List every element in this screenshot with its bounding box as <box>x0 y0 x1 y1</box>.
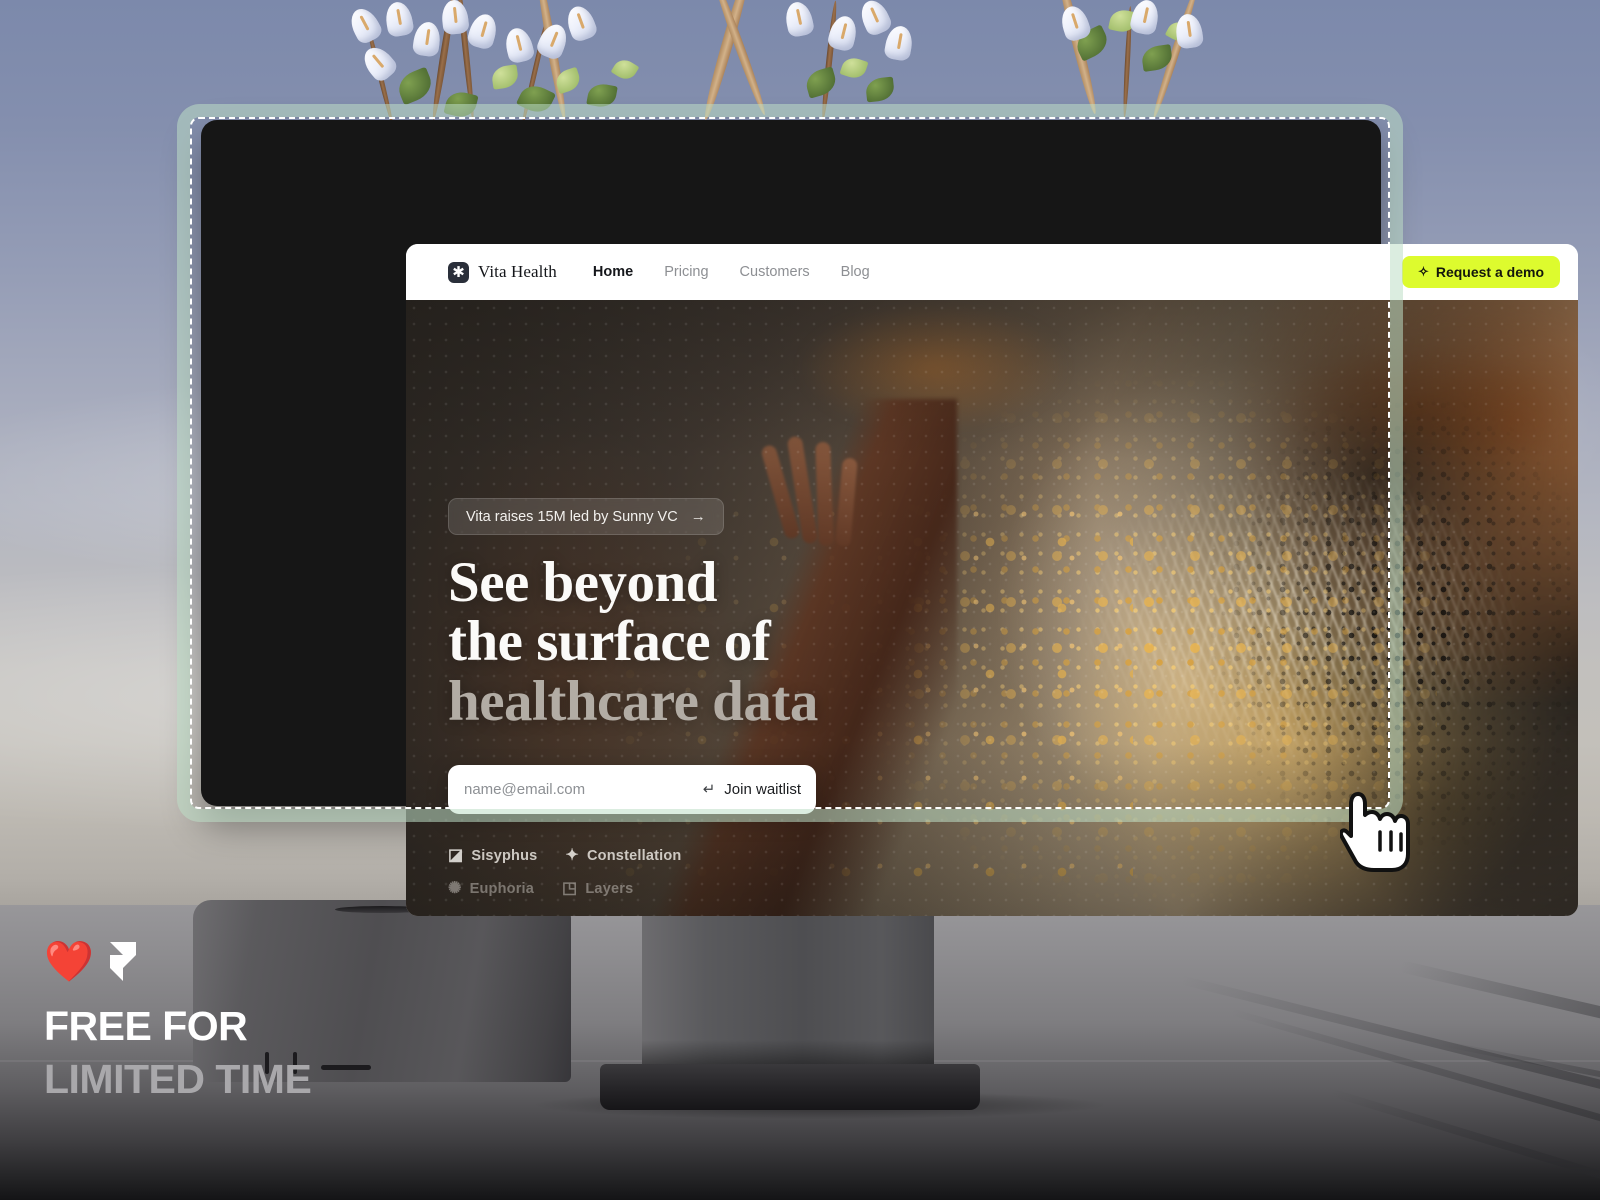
nav-link-blog[interactable]: Blog <box>841 264 870 280</box>
scene-backdrop: ✱ Vita Health Home Pricing Customers Blo… <box>0 0 1600 1200</box>
partner-logo-label: Sisyphus <box>471 847 538 864</box>
framer-logo-icon <box>109 942 136 981</box>
sparkle-icon: ✧ <box>1417 264 1429 279</box>
heart-emoji: ❤️ <box>44 940 94 984</box>
plant-decoration <box>0 0 1600 125</box>
nav-link-customers[interactable]: Customers <box>740 264 810 280</box>
device-port <box>321 1065 371 1070</box>
promo-icons: ❤️ <box>44 940 311 984</box>
headline-line-1: See beyond <box>448 551 717 614</box>
partner-logo-euphoria: ✺ Euphoria <box>448 879 535 897</box>
monitor-stand-base <box>600 1064 980 1110</box>
promo-overlay: ❤️ FREE FOR LIMITED TIME <box>44 940 312 1107</box>
euphoria-icon: ✺ <box>448 879 462 897</box>
partner-logo-label: Euphoria <box>469 880 535 897</box>
promo-line-2: LIMITED TIME <box>44 1056 312 1103</box>
waitlist-form: ↵ Join waitlist <box>448 764 816 814</box>
asterisk-icon: ✱ <box>448 261 469 283</box>
monitor-bezel: ✱ Vita Health Home Pricing Customers Blo… <box>201 120 1578 916</box>
partner-logo-layers: ◳ Layers <box>562 879 634 897</box>
nav-link-home[interactable]: Home <box>593 264 633 280</box>
site-navbar: ✱ Vita Health Home Pricing Customers Blo… <box>406 244 1578 300</box>
headline-line-3: healthcare data <box>448 669 818 733</box>
partner-logo-constellation: ✦ Constellation <box>565 846 682 864</box>
request-demo-button[interactable]: ✧ Request a demo <box>1401 256 1560 288</box>
headline-line-2: the surface of <box>448 610 771 674</box>
announcement-text: Vita raises 15M led by Sunny VC <box>466 508 678 525</box>
brand-logo[interactable]: ✱ Vita Health <box>448 261 557 283</box>
pointing-hand-cursor <box>1338 790 1414 872</box>
partner-logo-label: Constellation <box>587 847 682 864</box>
brand-name: Vita Health <box>478 262 557 281</box>
partner-logo-sisyphus: ◪ Sisyphus <box>448 846 538 864</box>
sisyphus-icon: ◪ <box>448 846 464 864</box>
email-input[interactable] <box>464 780 693 798</box>
promo-line-1: FREE FOR <box>44 1003 248 1049</box>
announcement-pill[interactable]: Vita raises 15M led by Sunny VC → <box>448 498 724 535</box>
partner-logos: ◪ Sisyphus ✦ Constellation ✺ Euphoria ◳ … <box>448 846 708 897</box>
layers-icon: ◳ <box>562 879 578 897</box>
join-waitlist-button[interactable]: ↵ Join waitlist <box>693 780 801 799</box>
constellation-icon: ✦ <box>565 846 580 864</box>
partner-logo-label: Layers <box>585 880 634 897</box>
nav-links: Home Pricing Customers Blog <box>593 264 870 280</box>
request-demo-label: Request a demo <box>1435 264 1544 280</box>
join-waitlist-label: Join waitlist <box>724 780 801 798</box>
nav-link-pricing[interactable]: Pricing <box>664 264 708 280</box>
hero-content: Vita raises 15M led by Sunny VC → See be… <box>448 498 1088 897</box>
hero-headline: See beyond the surface of healthcare dat… <box>448 553 1088 731</box>
enter-return-icon: ↵ <box>702 781 716 799</box>
arrow-right-icon: → <box>690 508 706 525</box>
